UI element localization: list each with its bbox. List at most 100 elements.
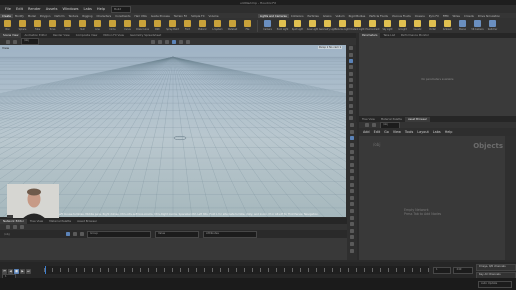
forward-icon[interactable]: [371, 123, 376, 127]
shelf-tool-point-light[interactable]: Point Light: [276, 19, 289, 33]
shelf-tab-simple-fx[interactable]: Simple FX: [189, 14, 206, 18]
shelf-tool-circle[interactable]: Circle: [106, 19, 119, 33]
shelf-tool-font[interactable]: Font: [181, 19, 194, 33]
tab-tree-view[interactable]: Tree View: [27, 219, 46, 224]
shelf-tab-fem[interactable]: FEM: [441, 14, 451, 18]
home-icon[interactable]: [19, 225, 24, 229]
shelf-tool-area-light[interactable]: Area Light: [306, 19, 319, 33]
shelf-tab-drive-simulation[interactable]: Drive Simulation: [476, 14, 502, 18]
shelf-tab-viscous-fluids[interactable]: Viscous Fluids: [390, 14, 413, 18]
tab-material-palette[interactable]: Material Palette: [46, 219, 74, 224]
display-option-icon-10[interactable]: [349, 103, 353, 108]
shelf-tool-volume-light[interactable]: Volume Light: [335, 19, 350, 33]
menu-windows[interactable]: Windows: [62, 7, 78, 11]
display-option-icon-6[interactable]: [349, 78, 353, 83]
shelf-tab-deform[interactable]: Deform: [52, 14, 66, 18]
network-side-icon-1[interactable]: [350, 123, 354, 128]
menu-file[interactable]: File: [5, 7, 11, 11]
network-side-icon-6[interactable]: [350, 156, 354, 161]
shelf-tool-gi-light[interactable]: GI Light: [396, 19, 409, 33]
shelf-tab-pyro-fx[interactable]: Pyro FX: [427, 14, 441, 18]
shelf-tab-crowds[interactable]: Crowds: [462, 14, 476, 18]
network-side-icon-10[interactable]: [350, 182, 354, 187]
network-side-icon-2[interactable]: [350, 129, 354, 134]
display-option-icon-12[interactable]: [349, 116, 353, 121]
shelf-tool-sphere[interactable]: Sphere: [16, 19, 29, 33]
network-menu-edit[interactable]: Edit: [374, 130, 381, 134]
camera-menu[interactable]: Persp ▾ No cam ▾: [317, 46, 342, 49]
shelf-tool-vr-camera[interactable]: VR Camera: [471, 19, 484, 33]
network-menu-help[interactable]: Help: [445, 130, 453, 134]
shelf-tool-grid[interactable]: Grid: [61, 19, 74, 33]
tab-asset-browser-right[interactable]: Asset Browser: [404, 116, 431, 122]
play-icon[interactable]: ▶: [20, 268, 25, 274]
value-field[interactable]: Value: [155, 230, 199, 238]
tab-asset-browser[interactable]: Asset Browser: [74, 219, 100, 224]
network-menu-add[interactable]: Add: [363, 130, 370, 134]
shelf-tool-camera[interactable]: Camera: [261, 19, 274, 33]
shelf-tab-vellum[interactable]: Vellum: [334, 14, 347, 18]
menu-edit[interactable]: Edit: [16, 7, 23, 11]
stop-icon[interactable]: ■: [14, 268, 19, 274]
network-side-icon-13[interactable]: [350, 202, 354, 207]
shelf-tool-environment[interactable]: Environment: [366, 19, 379, 33]
shelf-tab-rigging[interactable]: Rigging: [80, 14, 94, 18]
menu-help[interactable]: Help: [97, 7, 105, 11]
network-menu-layout[interactable]: Layout: [417, 130, 429, 134]
shelf-tab-grains[interactable]: Grains: [321, 14, 334, 18]
shelf-tab-guide-process[interactable]: Guide Process: [149, 14, 172, 18]
network-side-icon-4[interactable]: [350, 143, 354, 148]
network-side-icon-16[interactable]: [350, 222, 354, 227]
display-option-icon-7[interactable]: [349, 84, 353, 89]
shelf-tool-box[interactable]: Box: [1, 19, 14, 33]
forward-icon[interactable]: [12, 39, 17, 44]
tab-network-editor[interactable]: Network Editor: [0, 218, 27, 224]
shelf-tab-lights-cameras[interactable]: Lights and Cameras: [258, 13, 289, 18]
spreadsheet-pane[interactable]: [0, 238, 356, 260]
network-side-icon-17[interactable]: [350, 228, 354, 233]
shelf-tool-stereo[interactable]: Stereo: [456, 19, 469, 33]
network-side-icon-7[interactable]: [350, 162, 354, 167]
network-side-icon-12[interactable]: [350, 195, 354, 200]
shelf-tool-torus[interactable]: Torus: [46, 19, 59, 33]
network-side-icon-19[interactable]: [350, 241, 354, 246]
group-field[interactable]: Group: [87, 230, 151, 238]
select-tool-icon[interactable]: [150, 39, 155, 44]
shelf-tool-curve[interactable]: Curve: [121, 19, 134, 33]
shelf-tool-sky-light[interactable]: Sky Light: [381, 19, 394, 33]
shelf-tab-terrain-fx[interactable]: Terrain FX: [172, 14, 189, 18]
network-side-icon-11[interactable]: [350, 189, 354, 194]
network-editor[interactable]: /obj Objects Empty Network Press Tab to …: [359, 136, 505, 260]
display-option-icon-3[interactable]: [349, 58, 353, 63]
shelf-tool-l-system[interactable]: L-System: [211, 19, 224, 33]
shelf-tool-draw-curve[interactable]: Draw Curve: [136, 19, 149, 33]
auto-update-button[interactable]: Auto Update: [478, 280, 512, 288]
shelf-tab-particle-fluids[interactable]: Particle Fluids: [367, 14, 390, 18]
desktop-select[interactable]: Build: [111, 5, 132, 13]
shelf-tab-model[interactable]: Model: [26, 14, 38, 18]
shelf-tab-hair-utils[interactable]: Hair Utils: [133, 14, 149, 18]
shelf-tab-create[interactable]: Create: [0, 13, 13, 18]
shelf-tool-metaball[interactable]: Metaball: [226, 19, 239, 33]
shelf-tab-texture[interactable]: Texture: [66, 14, 80, 18]
shelf-tab-volume[interactable]: Volume: [207, 14, 221, 18]
display-option-icon-2[interactable]: [349, 52, 353, 57]
shelf-tool-null[interactable]: Null: [76, 19, 89, 33]
shelf-tab-characters[interactable]: Characters: [95, 14, 114, 18]
grid-icon[interactable]: [178, 39, 183, 44]
shelf-tool-caustic[interactable]: Caustic: [411, 19, 424, 33]
tab-tree-view-right[interactable]: Tree View: [359, 117, 378, 122]
shelf-tab-wires[interactable]: Wires: [450, 14, 461, 18]
network-menu-view[interactable]: View: [393, 130, 401, 134]
network-side-icon-15[interactable]: [350, 215, 354, 220]
shelf-tool-path[interactable]: Path: [151, 19, 164, 33]
display-option-icon-1[interactable]: [349, 46, 353, 51]
time-cursor[interactable]: [45, 266, 46, 274]
network-side-icon-20[interactable]: [350, 248, 354, 253]
shelf-tab-constraints[interactable]: Constraints: [113, 14, 132, 18]
display-option-icon-11[interactable]: [349, 109, 353, 114]
start-frame-field[interactable]: 1: [433, 266, 451, 274]
points-icon[interactable]: [65, 232, 70, 236]
back-icon[interactable]: [364, 123, 369, 127]
shelf-tab-collisions[interactable]: Collisions: [289, 14, 306, 18]
